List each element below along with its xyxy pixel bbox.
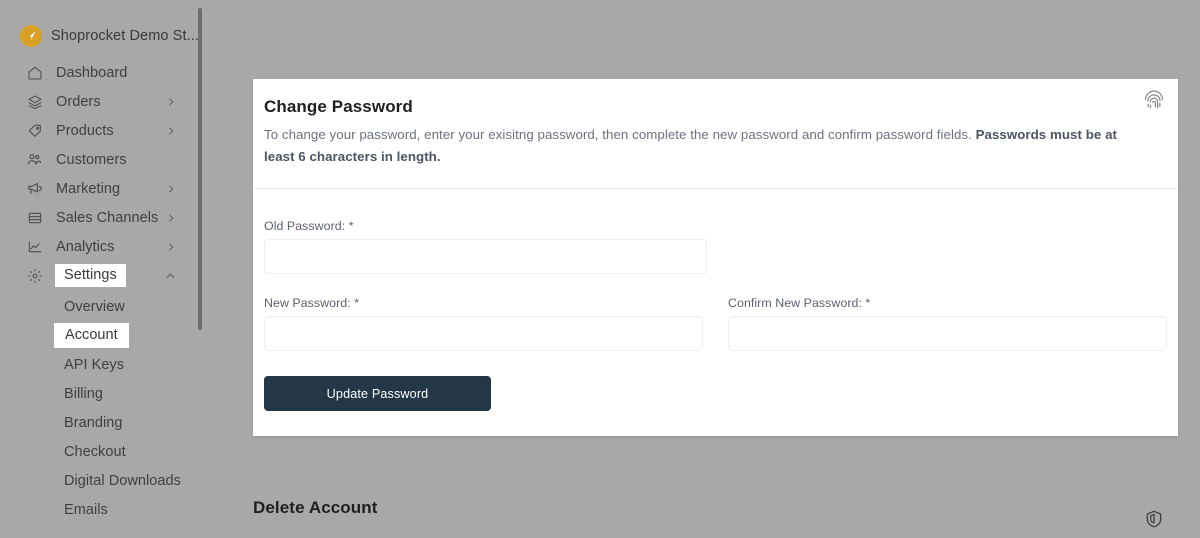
old-password-input[interactable] xyxy=(264,239,707,274)
sidebar-item-sales-channels[interactable]: Sales Channels xyxy=(0,203,204,232)
sidebar-item-analytics[interactable]: Analytics xyxy=(0,232,204,261)
field-spacer xyxy=(264,274,1167,296)
page-title: Change Password xyxy=(264,97,413,116)
new-password-input[interactable] xyxy=(264,316,703,351)
sidebar-subitem-label: Billing xyxy=(64,385,104,402)
field-row-new-confirm: New Password: * Confirm New Password: * xyxy=(264,296,1167,351)
sidebar-item-emails[interactable]: Emails xyxy=(0,495,204,524)
sidebar-item-label: Orders xyxy=(56,93,101,110)
sidebar-subitem-label: Digital Downloads xyxy=(64,472,181,489)
sidebar-item-label: Settings xyxy=(55,263,126,288)
sidebar-item-overview[interactable]: Overview xyxy=(0,292,204,321)
megaphone-icon xyxy=(26,180,43,197)
gear-icon xyxy=(26,267,43,284)
chevron-right-icon xyxy=(166,184,176,194)
sidebar-subitem-label: Checkout xyxy=(64,443,126,460)
sidebar-scrollbar[interactable] xyxy=(197,0,203,538)
new-password-label: New Password: * xyxy=(264,296,360,310)
sidebar: Shoprocket Demo St... Dashboard Orders P… xyxy=(0,0,204,538)
orders-icon xyxy=(26,93,43,110)
sidebar-item-digital-downloads[interactable]: Digital Downloads xyxy=(0,466,204,495)
sidebar-item-settings[interactable]: Settings xyxy=(0,261,204,290)
sidebar-item-branding[interactable]: Branding xyxy=(0,408,204,437)
sidebar-scrollbar-thumb[interactable] xyxy=(198,8,202,330)
sidebar-item-customers[interactable]: Customers xyxy=(0,145,204,174)
update-password-button[interactable]: Update Password xyxy=(264,376,491,411)
shield-icon xyxy=(1144,509,1164,529)
sidebar-item-billing[interactable]: Billing xyxy=(0,379,204,408)
change-password-card: Change Password To change your password,… xyxy=(253,79,1178,436)
old-password-label: Old Password: * xyxy=(264,219,354,233)
tag-icon xyxy=(26,122,43,139)
old-password-field-group: Old Password: * xyxy=(264,219,707,274)
chevron-right-icon xyxy=(166,242,176,252)
chevron-right-icon xyxy=(166,213,176,223)
sidebar-item-label: Products xyxy=(56,122,114,139)
card-description: To change your password, enter your exis… xyxy=(264,124,1119,168)
sidebar-subitem-label: Emails xyxy=(64,501,108,518)
main-content: Change Password To change your password,… xyxy=(204,0,1200,538)
store-icon xyxy=(26,209,43,226)
home-icon xyxy=(26,64,43,81)
chevron-right-icon xyxy=(166,97,176,107)
confirm-password-label: Confirm New Password: * xyxy=(728,296,871,310)
delete-account-section: Delete Account xyxy=(253,498,1178,528)
sidebar-item-marketing[interactable]: Marketing xyxy=(0,174,204,203)
rocket-logo-icon xyxy=(20,24,42,47)
fingerprint-icon xyxy=(1143,89,1165,111)
confirm-password-field-group: Confirm New Password: * xyxy=(728,296,1167,351)
page-root: Shoprocket Demo St... Dashboard Orders P… xyxy=(0,0,1200,538)
users-icon xyxy=(26,151,43,168)
chevron-right-icon xyxy=(166,126,176,136)
sidebar-subitem-label: Overview xyxy=(64,298,125,315)
new-password-field-group: New Password: * xyxy=(264,296,703,351)
card-description-plain: To change your password, enter your exis… xyxy=(264,127,976,142)
card-header: Change Password To change your password,… xyxy=(253,79,1178,189)
sidebar-subitem-label: API Keys xyxy=(64,356,125,373)
brand[interactable]: Shoprocket Demo St... xyxy=(0,0,204,54)
sidebar-item-label: Marketing xyxy=(56,180,121,197)
sidebar-item-label: Customers xyxy=(56,151,127,168)
chevron-up-icon xyxy=(165,270,176,281)
sidebar-item-orders[interactable]: Orders xyxy=(0,87,204,116)
chart-icon xyxy=(26,238,43,255)
sidebar-subitem-label: Account xyxy=(54,322,129,349)
sidebar-item-label: Dashboard xyxy=(56,64,128,81)
sidebar-item-api-keys[interactable]: API Keys xyxy=(0,350,204,379)
card-body: Old Password: * New Password: * Confirm … xyxy=(253,189,1178,436)
sidebar-item-products[interactable]: Products xyxy=(0,116,204,145)
confirm-password-input[interactable] xyxy=(728,316,1167,351)
sidebar-item-dashboard[interactable]: Dashboard xyxy=(0,58,204,87)
sidebar-subitem-label: Branding xyxy=(64,414,123,431)
sidebar-item-account[interactable]: Account xyxy=(0,321,204,350)
sidebar-item-label: Sales Channels xyxy=(56,209,159,226)
settings-subnav: Overview Account API Keys Billing Brandi… xyxy=(0,292,204,524)
brand-name: Shoprocket Demo St... xyxy=(51,27,199,44)
delete-account-title: Delete Account xyxy=(253,498,378,517)
sidebar-item-checkout[interactable]: Checkout xyxy=(0,437,204,466)
primary-nav: Dashboard Orders Products Customers Mark… xyxy=(0,58,204,290)
field-row-old-password: Old Password: * xyxy=(264,219,1167,274)
sidebar-item-label: Analytics xyxy=(56,238,115,255)
